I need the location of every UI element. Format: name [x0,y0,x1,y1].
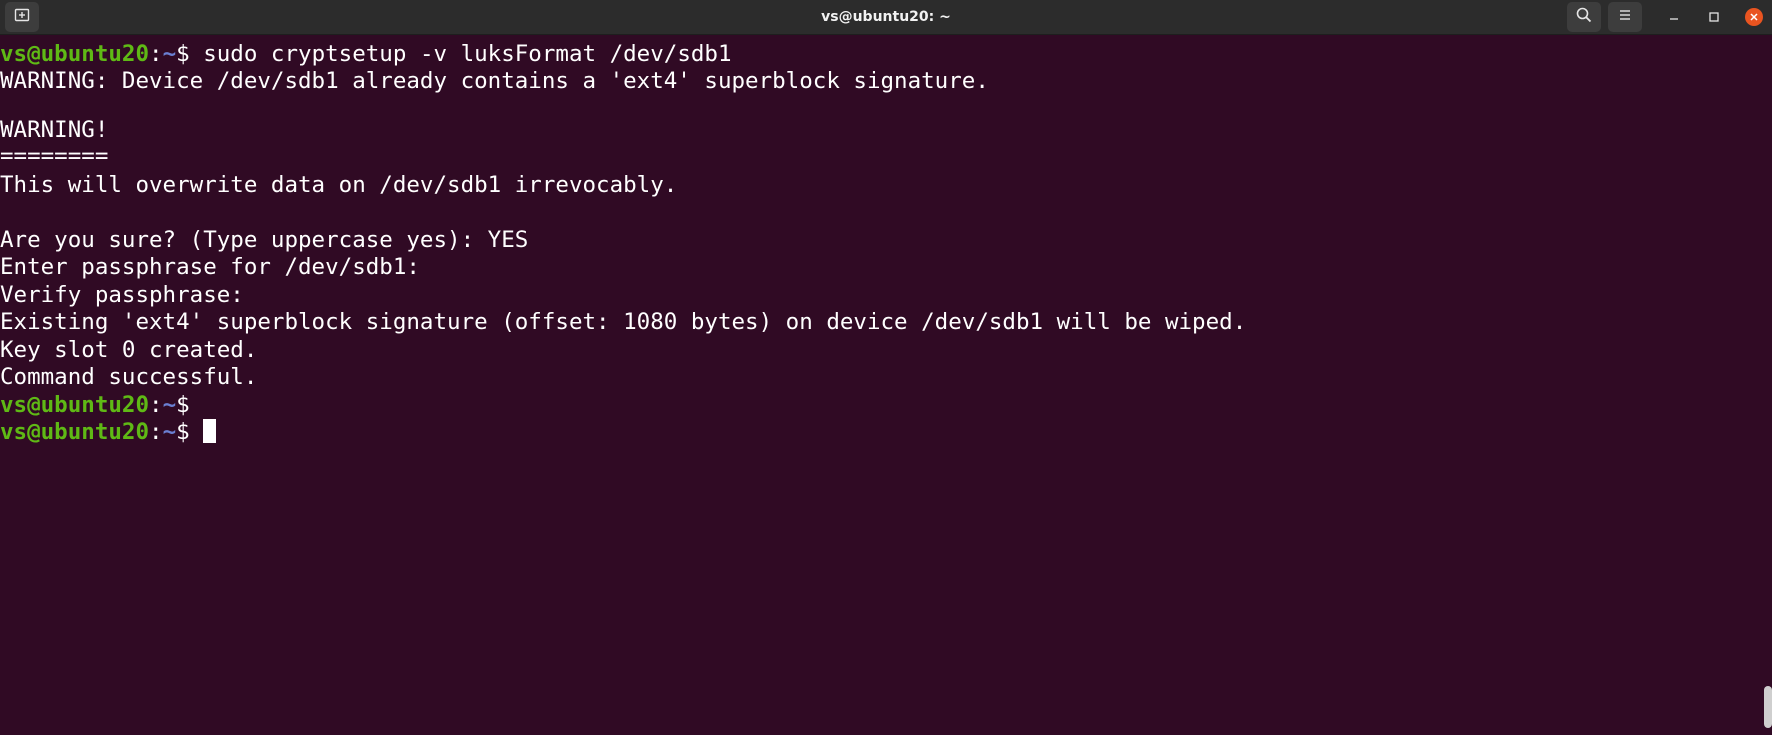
output-line: Command successful. [0,364,258,390]
maximize-icon [1708,8,1720,27]
scrollbar-thumb[interactable] [1764,686,1772,728]
minimize-icon [1668,8,1680,27]
prompt-colon: : [149,41,163,67]
output-line: WARNING: Device /dev/sdb1 already contai… [0,68,989,94]
output-line: ======== [0,143,109,169]
output-line: Key slot 0 created. [0,337,258,363]
prompt-path: ~ [162,419,177,445]
prompt-path: ~ [162,41,177,67]
maximize-button[interactable] [1699,2,1729,32]
command-text: sudo cryptsetup -v luksFormat /dev/sdb1 [189,41,732,67]
prompt-dollar: $ [176,41,190,67]
prompt-colon: : [149,419,163,445]
prompt-user-host: vs@ubuntu20 [0,392,150,418]
hamburger-menu-icon [1617,7,1633,27]
search-button[interactable] [1567,2,1601,32]
output-line: This will overwrite data on /dev/sdb1 ir… [0,172,678,198]
prompt-path: ~ [162,392,177,418]
output-line: Enter passphrase for /dev/sdb1: [0,254,420,280]
prompt-colon: : [149,392,163,418]
terminal-active-prompt-line[interactable]: vs@ubuntu20:~$ [0,419,217,445]
terminal-command-line: vs@ubuntu20:~$ sudo cryptsetup -v luksFo… [0,41,732,67]
output-line: Existing 'ext4' superblock signature (of… [0,309,1247,335]
minimize-button[interactable] [1659,2,1689,32]
search-icon [1575,6,1593,28]
close-icon [1745,8,1763,26]
terminal-window: vs@ubuntu20: ~ vs@ubuntu20:~$ sudo crypt… [0,0,1772,735]
close-button[interactable] [1739,2,1769,32]
prompt-dollar: $ [176,419,190,445]
output-line: Verify passphrase: [0,282,244,308]
menu-button[interactable] [1608,2,1642,32]
terminal-area[interactable]: vs@ubuntu20:~$ sudo cryptsetup -v luksFo… [0,35,1762,735]
prompt-user-host: vs@ubuntu20 [0,419,150,445]
prompt-dollar: $ [176,392,190,418]
title-bar: vs@ubuntu20: ~ [0,0,1772,35]
text-cursor [203,419,217,443]
output-line: WARNING! [0,117,109,143]
window-title: vs@ubuntu20: ~ [821,9,951,25]
prompt-user-host: vs@ubuntu20 [0,41,150,67]
terminal-prompt-line: vs@ubuntu20:~$ [0,392,190,418]
output-line: Are you sure? (Type uppercase yes): YES [0,227,529,253]
